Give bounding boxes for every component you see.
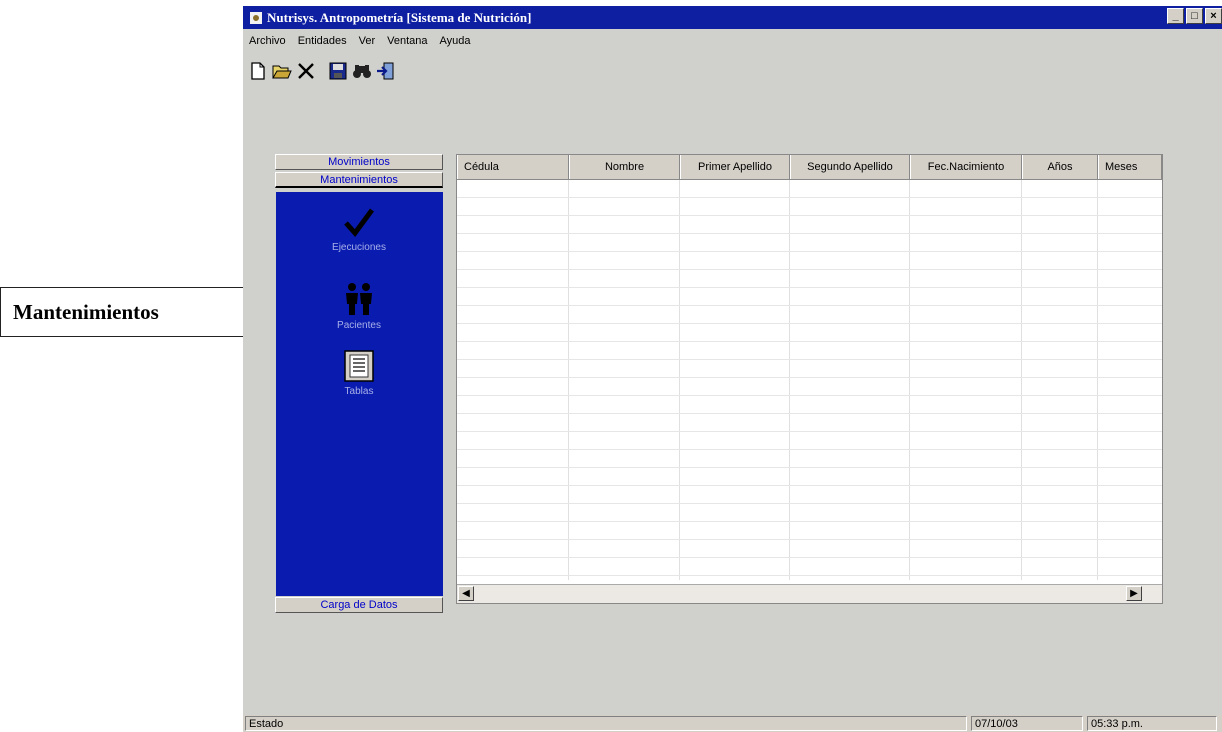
grid-header: Cédula Nombre Primer Apellido Segundo Ap… — [457, 155, 1162, 180]
open-icon[interactable] — [271, 60, 293, 82]
sidebar-item-label: Ejecuciones — [332, 242, 386, 253]
col-segundo-apellido[interactable]: Segundo Apellido — [790, 155, 910, 179]
col-cedula[interactable]: Cédula — [457, 155, 569, 179]
save-icon[interactable] — [327, 60, 349, 82]
annotation-label: Mantenimientos — [13, 299, 159, 324]
menu-archivo[interactable]: Archivo — [243, 35, 292, 47]
menu-ver[interactable]: Ver — [353, 35, 382, 47]
status-date: 07/10/03 — [971, 716, 1083, 731]
find-icon[interactable] — [351, 60, 373, 82]
title-bar[interactable]: Nutrisys. Antropometría [Sistema de Nutr… — [243, 6, 1222, 29]
col-meses[interactable]: Meses — [1098, 155, 1162, 179]
col-fec-nacimiento[interactable]: Fec.Nacimiento — [910, 155, 1022, 179]
sidebar-item-label: Pacientes — [337, 320, 381, 331]
status-label: Estado — [245, 716, 967, 731]
menu-bar: Archivo Entidades Ver Ventana Ayuda — [243, 31, 477, 51]
minimize-button[interactable]: _ — [1167, 8, 1184, 24]
table-icon — [344, 350, 374, 382]
tab-carga-datos[interactable]: Carga de Datos — [275, 597, 443, 613]
tab-movimientos[interactable]: Movimientos — [275, 154, 443, 170]
annotation-callout: Mantenimientos — [0, 287, 262, 337]
sidebar-item-ejecuciones[interactable]: Ejecuciones — [299, 206, 419, 253]
sidebar-panel: Ejecuciones Pacientes Tablas — [276, 192, 443, 596]
new-icon[interactable] — [247, 60, 269, 82]
tab-mantenimientos[interactable]: Mantenimientos — [275, 172, 443, 188]
menu-ventana[interactable]: Ventana — [381, 35, 433, 47]
col-nombre[interactable]: Nombre — [569, 155, 680, 179]
people-icon — [346, 283, 372, 315]
toolbar — [247, 60, 397, 82]
window-title: Nutrisys. Antropometría [Sistema de Nutr… — [267, 9, 532, 25]
col-anos[interactable]: Años — [1022, 155, 1098, 179]
sidebar-item-label: Tablas — [344, 386, 374, 397]
app-window: Nutrisys. Antropometría [Sistema de Nutr… — [243, 6, 1222, 732]
exit-icon[interactable] — [375, 60, 397, 82]
sidebar-item-tablas[interactable]: Tablas — [299, 350, 419, 397]
menu-ayuda[interactable]: Ayuda — [434, 35, 477, 47]
app-icon — [250, 11, 262, 24]
window-controls: _ □ × — [1167, 8, 1222, 24]
close-button[interactable]: × — [1205, 8, 1222, 24]
menu-entidades[interactable]: Entidades — [292, 35, 353, 47]
scroll-left-icon[interactable]: ◀ — [458, 586, 474, 601]
sidebar-item-pacientes[interactable]: Pacientes — [299, 282, 419, 331]
checkmark-icon — [344, 208, 375, 237]
grid-body[interactable] — [457, 180, 1162, 580]
maximize-button[interactable]: □ — [1186, 8, 1203, 24]
horizontal-scrollbar[interactable]: ◀ ▶ — [457, 584, 1162, 603]
data-grid[interactable]: Cédula Nombre Primer Apellido Segundo Ap… — [456, 154, 1163, 604]
col-primer-apellido[interactable]: Primer Apellido — [680, 155, 790, 179]
delete-icon[interactable] — [295, 60, 317, 82]
status-time: 05:33 p.m. — [1087, 716, 1217, 731]
scroll-right-icon[interactable]: ▶ — [1126, 586, 1142, 601]
status-bar: Estado 07/10/03 05:33 p.m. — [243, 715, 1222, 732]
